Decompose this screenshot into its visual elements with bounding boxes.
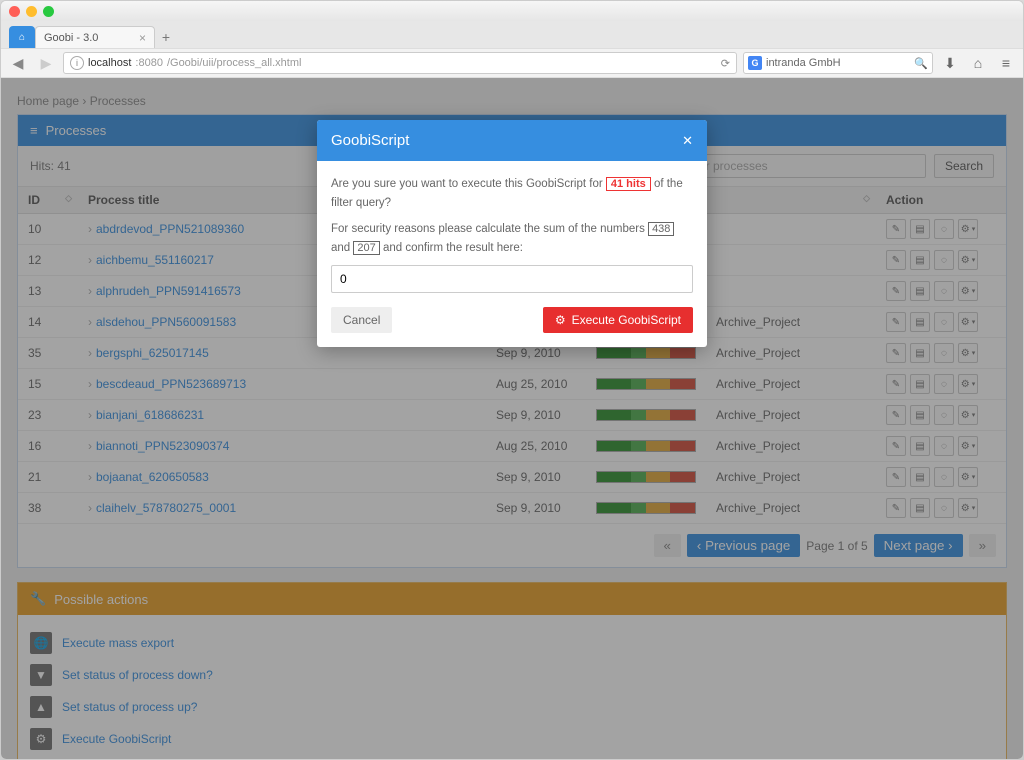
window-titlebar [1,1,1023,21]
browser-search[interactable]: G intranda GmbH 🔍 [743,52,933,74]
close-icon[interactable]: ✕ [682,133,693,149]
captcha-num1: 438 [648,222,674,236]
home-icon[interactable]: ⌂ [967,52,989,74]
modal-header: GoobiScript ✕ [317,120,707,161]
window-minimize-icon[interactable] [26,6,37,17]
new-tab-button[interactable]: + [155,26,177,48]
browser-tab[interactable]: Goobi - 3.0 × [35,26,155,48]
search-engine-icon: G [748,56,762,70]
url-host: localhost [88,57,131,69]
modal-line1: Are you sure you want to execute this Go… [331,175,693,212]
window-zoom-icon[interactable] [43,6,54,17]
captcha-num2: 207 [353,241,379,255]
downloads-icon[interactable]: ⬇ [939,52,961,74]
site-info-icon[interactable]: i [70,56,84,70]
url-port: :8080 [135,57,163,69]
search-icon[interactable]: 🔍 [914,57,928,70]
tab-close-icon[interactable]: × [139,31,146,45]
cancel-button[interactable]: Cancel [331,307,392,333]
gears-icon: ⚙ [555,313,566,327]
modal-title: GoobiScript [331,132,409,149]
reload-icon[interactable]: ⟳ [721,57,730,70]
forward-button[interactable]: ▶ [35,52,57,74]
goobiscript-modal: GoobiScript ✕ Are you sure you want to e… [317,120,707,347]
pinned-tab[interactable]: ⌂ [9,26,35,48]
address-bar: ◀ ▶ i localhost :8080/Goobi/uii/process_a… [1,48,1023,78]
tab-strip: ⌂ Goobi - 3.0 × + [1,21,1023,48]
back-button[interactable]: ◀ [7,52,29,74]
url-path: /Goobi/uii/process_all.xhtml [167,57,302,69]
modal-line2: For security reasons please calculate th… [331,220,693,257]
window-close-icon[interactable] [9,6,20,17]
menu-icon[interactable]: ≡ [995,52,1017,74]
execute-button[interactable]: ⚙ Execute GoobiScript [543,307,693,333]
search-query: intranda GmbH [766,57,910,69]
url-field[interactable]: i localhost :8080/Goobi/uii/process_all.x… [63,52,737,74]
hits-badge: 41 hits [606,177,651,191]
captcha-input[interactable] [331,265,693,293]
tab-title: Goobi - 3.0 [44,32,98,44]
modal-overlay: GoobiScript ✕ Are you sure you want to e… [1,78,1023,759]
